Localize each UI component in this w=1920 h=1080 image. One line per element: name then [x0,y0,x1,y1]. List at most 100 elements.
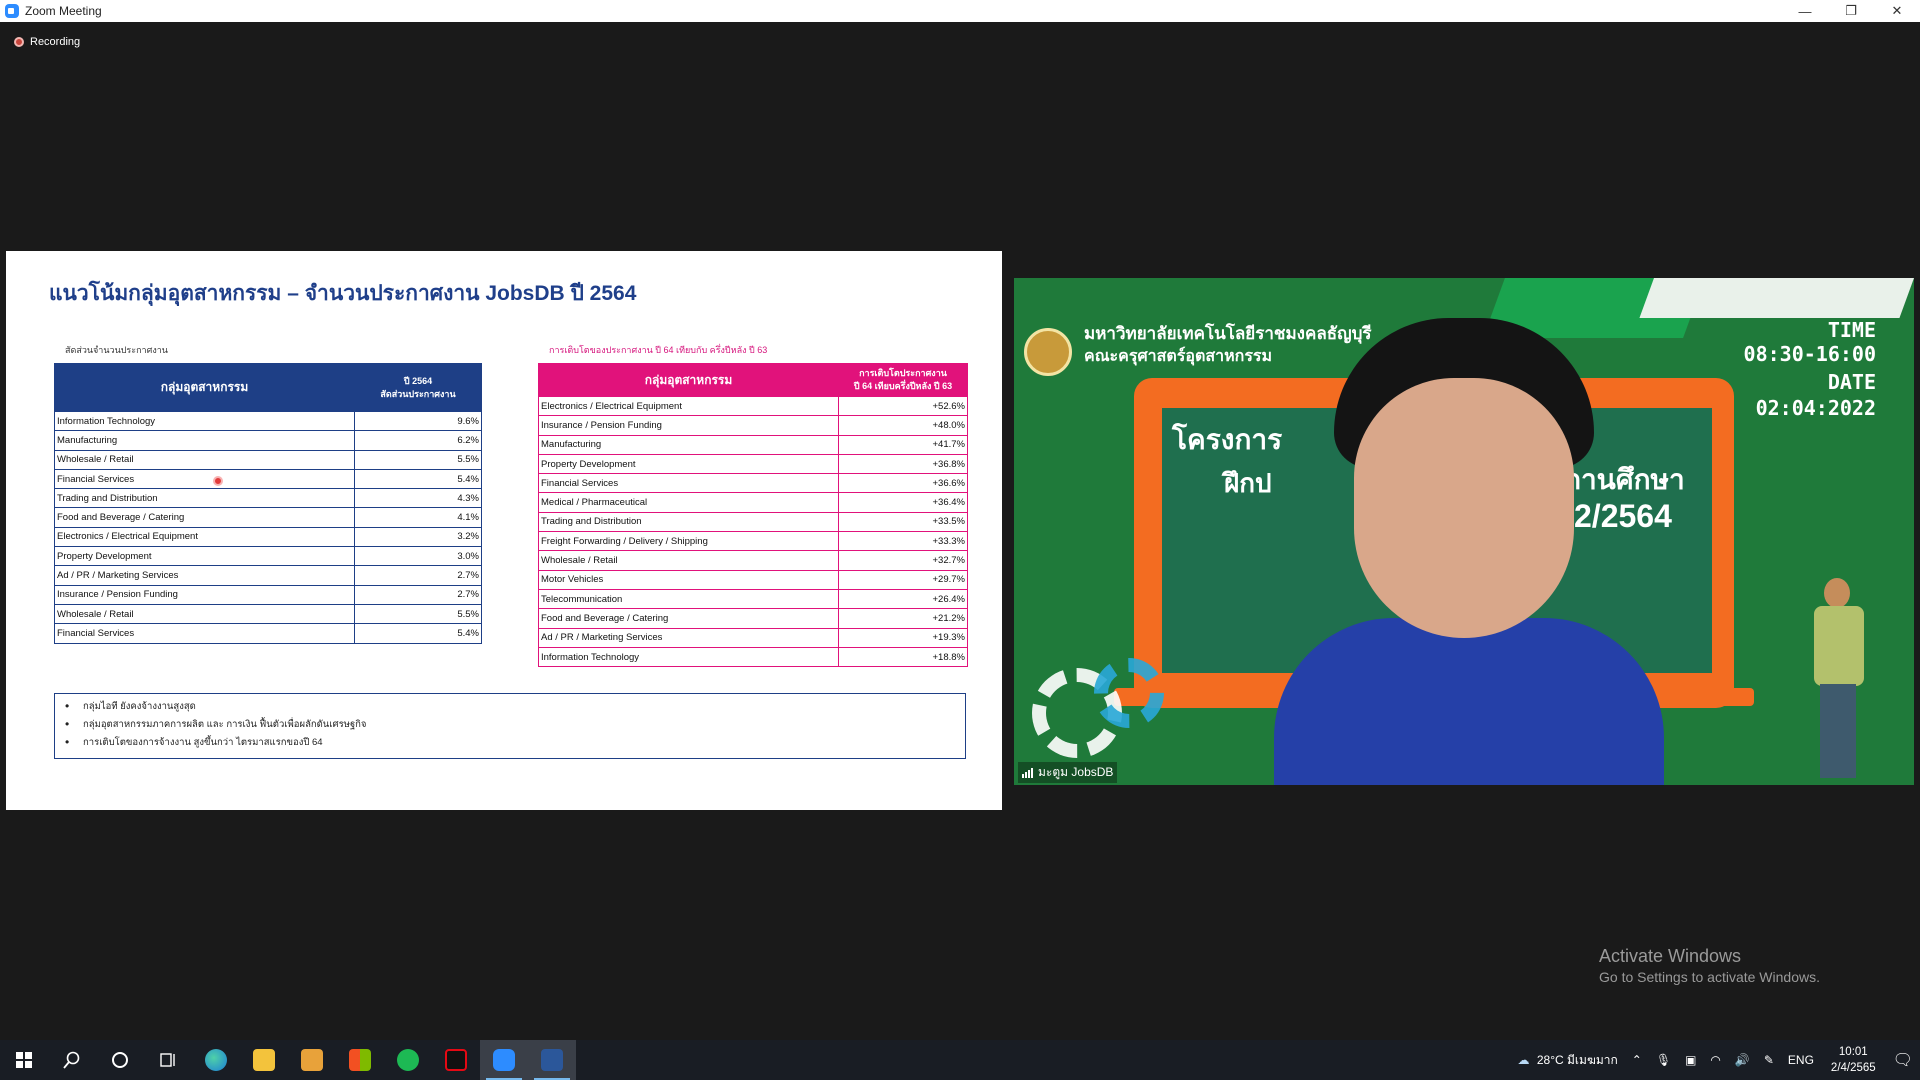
notification-icon[interactable]: 🗨 [1893,1050,1913,1070]
microphone-icon[interactable]: 🎙 [1656,1053,1671,1067]
industry-name: Information Technology [538,646,839,668]
close-button[interactable]: ✕ [1874,0,1920,22]
industry-name: Insurance / Pension Funding [538,415,839,436]
table-row: Information Technology +18.8% [538,646,968,668]
volume-icon[interactable]: 🔊 [1735,1053,1750,1067]
growth-value: +36.8% [838,453,968,475]
start-button[interactable] [0,1040,48,1080]
table-row: Wholesale / Retail 5.5% [54,449,482,470]
store-taskbar-button[interactable] [336,1040,384,1080]
search-icon [63,1051,80,1069]
table-header: กลุ่มอุตสาหกรรม [54,363,355,412]
industry-name: Information Technology [54,410,355,432]
spotify-taskbar-button[interactable] [384,1040,432,1080]
header-line: ปี 64 เทียบครึ่งปีหลัง ปี 63 [853,381,953,391]
growth-value: +29.7% [838,569,968,590]
activate-windows-watermark: Activate Windows Go to Settings to activ… [1599,946,1820,985]
bullet-icon: • [65,735,70,749]
industry-name: Wholesale / Retail [54,449,355,470]
chevron-up-icon[interactable]: ⌃ [1632,1053,1642,1067]
industry-name: Motor Vehicles [538,569,839,590]
industry-name: Manufacturing [538,434,839,455]
faculty-name: คณะครุศาสตร์อุตสาหกรรม [1084,348,1273,365]
table-row: Information Technology 9.6% [54,410,482,432]
industry-name: Financial Services [54,623,355,644]
industry-value: 2.7% [354,584,482,605]
media-player-taskbar-button[interactable] [288,1040,336,1080]
person-shirt [1274,618,1664,785]
industry-name: Property Development [538,453,839,475]
teacher-body [1814,606,1864,686]
table-row: Financial Services +36.6% [538,473,968,494]
table-row: Electronics / Electrical Equipment 3.2% [54,526,482,548]
industry-name: Insurance / Pension Funding [54,584,355,605]
weather-widget[interactable]: ☁ 28°C มีเมฆมาก [1518,1051,1618,1070]
teacher-illustration [1804,578,1874,778]
industry-value: 9.6% [354,410,482,432]
maximize-button[interactable]: ❐ [1828,0,1874,22]
industry-name: Trading and Distribution [54,488,355,509]
folder-icon [253,1049,275,1071]
cortana-button[interactable] [96,1040,144,1080]
board-text: ฝึกป [1224,468,1272,498]
table-header: กลุ่มอุตสาหกรรม [538,363,839,397]
table-row: Financial Services 5.4% [54,468,482,490]
table-row: Electronics / Electrical Equipment +52.6% [538,395,968,417]
task-view-button[interactable] [144,1040,192,1080]
signal-strength-icon [1022,767,1034,778]
window-title: Zoom Meeting [25,4,102,18]
windows-logo-icon [16,1052,32,1068]
table-row: Wholesale / Retail +32.7% [538,550,968,571]
language-indicator[interactable]: ENG [1788,1053,1814,1067]
time-value: 08:30-16:00 [1743,342,1876,366]
header-line: ปี 2564 [403,375,433,386]
industry-name: Electronics / Electrical Equipment [538,395,839,417]
note-text: กลุ่มไอที ยังคงจ้างงานสูงสุด [83,701,196,712]
growth-value: +36.6% [838,473,968,494]
netflix-taskbar-button[interactable] [432,1040,480,1080]
table-row: Medical / Pharmaceutical +36.4% [538,492,968,513]
word-taskbar-button[interactable] [528,1040,576,1080]
industry-value: 4.1% [354,507,482,528]
recording-indicator[interactable]: Recording [14,36,80,48]
store-icon [349,1049,371,1071]
participant-name: มะตูม JobsDB [1038,765,1114,779]
growth-value: +26.4% [838,588,968,610]
table-row: Insurance / Pension Funding 2.7% [54,584,482,605]
activate-title: Activate Windows [1599,946,1742,966]
zoom-taskbar-button[interactable] [480,1040,528,1080]
industry-name: Financial Services [538,473,839,494]
pen-icon[interactable]: ✎ [1764,1053,1774,1067]
teacher-head [1824,578,1850,608]
file-explorer-taskbar-button[interactable] [240,1040,288,1080]
taskbar-clock[interactable]: 10:01 2/4/2565 [1831,1044,1876,1076]
note-text: การเติบโตของการจ้างงาน สูงขึ้นกว่า ไตรมา… [83,737,323,748]
industry-name: Wholesale / Retail [54,603,355,625]
table-row: Motor Vehicles +29.7% [538,569,968,590]
table-row: Property Development +36.8% [538,453,968,475]
recording-dot-icon [14,37,24,47]
table-row: Ad / PR / Marketing Services +19.3% [538,627,968,648]
camera-icon[interactable]: ▣ [1685,1053,1696,1067]
minimize-button[interactable]: — [1782,0,1828,22]
wifi-icon[interactable]: ◠ [1710,1053,1720,1067]
table-row: Freight Forwarding / Delivery / Shipping… [538,531,968,552]
search-button[interactable] [48,1040,96,1080]
edge-taskbar-button[interactable] [192,1040,240,1080]
clock-time: 10:01 [1838,1046,1868,1058]
industry-growth-table: กลุ่มอุตสาหกรรม การเติบโตประกาศงาน ปี 64… [538,363,968,668]
shared-screen-slide: แนวโน้มกลุ่มอุตสาหกรรม – จำนวนประกาศงาน … [6,251,1002,810]
word-icon [541,1049,563,1071]
table-header: การเติบโตประกาศงาน ปี 64 เทียบครึ่งปีหลั… [838,363,968,397]
activate-subtitle: Go to Settings to activate Windows. [1599,969,1820,985]
industry-value: 5.4% [354,468,482,490]
bullet-icon: • [65,699,70,713]
growth-value: +18.8% [838,646,968,668]
board-text: โครงการ [1172,424,1283,455]
cortana-icon [112,1052,128,1068]
table-row: Insurance / Pension Funding +48.0% [538,415,968,436]
media-player-icon [301,1049,323,1071]
participant-video[interactable]: มหาวิทยาลัยเทคโนโลยีราชมงคลธัญบุรี คณะคร… [1014,278,1914,785]
table-row: Manufacturing +41.7% [538,434,968,455]
zoom-icon [493,1049,515,1071]
